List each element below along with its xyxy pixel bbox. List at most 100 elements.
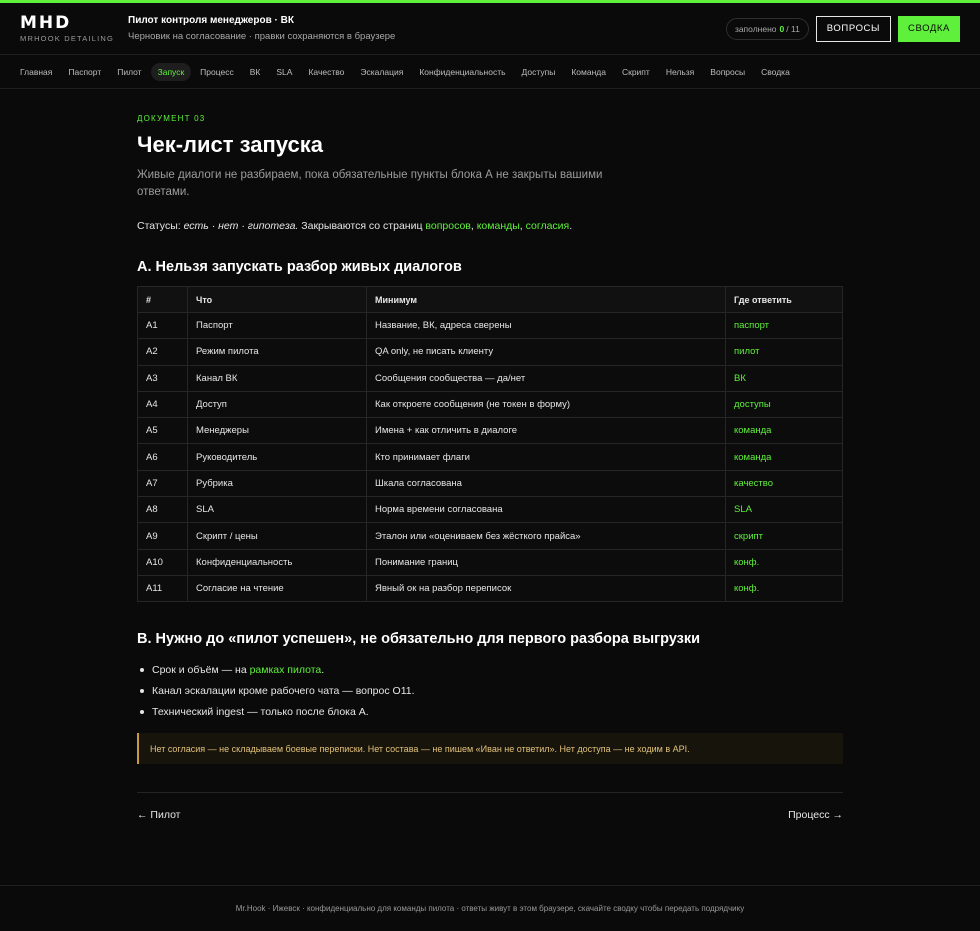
list-item-text: Срок и объём — на bbox=[152, 663, 247, 676]
link-consent[interactable]: согласия bbox=[526, 220, 570, 232]
tab-9[interactable]: Конфиденциальность bbox=[412, 63, 512, 81]
tab-4[interactable]: Процесс bbox=[193, 63, 241, 81]
list-item: Срок и объём — на рамках пилота. bbox=[137, 659, 843, 680]
cell-number: A4 bbox=[137, 390, 188, 419]
column-header-number: # bbox=[137, 286, 188, 313]
section-b-list: Срок и объём — на рамках пилота. Канал э… bbox=[137, 659, 843, 722]
cell-where-link[interactable]: скрипт bbox=[725, 522, 843, 550]
tab-3[interactable]: Запуск bbox=[150, 62, 192, 81]
cell-minimum: QA only, не писать клиенту bbox=[366, 338, 726, 366]
cell-minimum: Шкала согласована bbox=[366, 469, 726, 498]
tab-10[interactable]: Доступы bbox=[515, 63, 563, 81]
cell-number: A8 bbox=[137, 496, 188, 524]
list-item: Технический ingest — только после блока … bbox=[137, 701, 843, 722]
link-team[interactable]: команды bbox=[477, 220, 520, 232]
table-row: A1 Паспорт Название, ВК, адреса сверены пас… bbox=[137, 311, 843, 340]
list-item-end: . bbox=[321, 663, 325, 676]
link-questions[interactable]: вопросов bbox=[425, 220, 470, 232]
tab-6[interactable]: SLA bbox=[269, 63, 299, 81]
list-item-text: Канал эскалации кроме рабочего чата — во… bbox=[152, 684, 415, 697]
app-title: Пилот контроля менеджеров · ВК bbox=[128, 15, 294, 26]
logo-text: MHD bbox=[20, 12, 72, 33]
cell-where-link[interactable]: конф. bbox=[725, 548, 843, 576]
statuses-line: Статусы: есть · нет · гипотеза. Закрываю… bbox=[137, 220, 573, 232]
logo[interactable]: MHD MRHOOK DETAILING bbox=[20, 12, 128, 43]
table-row: A8 SLA Норма времени согласована SLA bbox=[137, 496, 843, 524]
tab-7[interactable]: Качество bbox=[301, 63, 351, 81]
warning-callout: Нет согласия — не складываем боевые пере… bbox=[137, 733, 843, 765]
table-row: A3 Канал ВК Сообщения сообщества — да/нет В… bbox=[137, 364, 843, 392]
header-actions: заполнено 0 / 11 ВОПРОСЫ СВОДКА bbox=[725, 15, 960, 42]
table-row: A5 Менеджеры Имена + как отличить в диалог… bbox=[137, 417, 843, 445]
cell-where-link[interactable]: конф. bbox=[725, 574, 843, 603]
tab-14[interactable]: Вопросы bbox=[703, 63, 752, 81]
cell-where-link[interactable]: команда bbox=[725, 443, 843, 471]
checklist-table: # Что Минимум Где ответить A1 Паспорт Назв… bbox=[137, 286, 843, 603]
table-row: A9 Скрипт / цены Эталон или «оцениваем без… bbox=[137, 522, 843, 550]
cell-minimum: Явный ок на разбор переписок bbox=[366, 574, 726, 603]
tab-13[interactable]: Нельзя bbox=[659, 63, 701, 81]
progress-counter: заполнено 0 / 11 bbox=[725, 17, 809, 40]
cell-where-link[interactable]: качество bbox=[725, 469, 843, 498]
tab-11[interactable]: Команда bbox=[564, 63, 613, 81]
cell-what: Паспорт bbox=[187, 311, 367, 340]
tab-12[interactable]: Скрипт bbox=[615, 63, 657, 81]
tab-2[interactable]: Пилот bbox=[110, 63, 148, 81]
logo-subtitle: MRHOOK DETAILING bbox=[20, 33, 115, 43]
list-item-text: Технический ingest — только после блока … bbox=[152, 705, 369, 718]
cell-number: A1 bbox=[137, 311, 188, 340]
cell-where-link[interactable]: команда bbox=[725, 417, 843, 445]
tab-15[interactable]: Сводка bbox=[754, 63, 797, 81]
cell-what: Канал ВК bbox=[187, 364, 367, 392]
cell-minimum: Норма времени согласована bbox=[366, 496, 726, 524]
cell-minimum: Сообщения сообщества — да/нет bbox=[366, 364, 726, 392]
questions-button[interactable]: ВОПРОСЫ bbox=[815, 15, 892, 42]
tab-0[interactable]: Главная bbox=[13, 63, 59, 81]
column-header-minimum: Минимум bbox=[366, 286, 726, 313]
cell-what: Скрипт / цены bbox=[187, 522, 367, 550]
tab-8[interactable]: Эскалация bbox=[353, 63, 410, 81]
cell-minimum: Эталон или «оцениваем без жёсткого прайс… bbox=[366, 522, 726, 550]
cell-minimum: Кто принимает флаги bbox=[366, 443, 726, 471]
link-pilot-scope[interactable]: рамках пилота bbox=[250, 664, 322, 676]
cell-where-link[interactable]: пилот bbox=[725, 338, 843, 366]
document-kicker: ДОКУМЕНТ 03 bbox=[137, 114, 206, 123]
cell-where-link[interactable]: SLA bbox=[725, 496, 843, 524]
column-header-where: Где ответить bbox=[725, 286, 843, 313]
page-lead: Живые диалоги не разбираем, пока обязате… bbox=[137, 169, 603, 198]
statuses-end: . bbox=[569, 220, 573, 232]
statuses-text: Закрываются со страниц bbox=[301, 220, 423, 232]
prev-page-link[interactable]: ← Пилот bbox=[137, 809, 181, 821]
tab-5[interactable]: ВК bbox=[243, 63, 268, 81]
cell-minimum: Понимание границ bbox=[366, 548, 726, 576]
cell-where-link[interactable]: доступы bbox=[725, 390, 843, 419]
summary-button[interactable]: СВОДКА bbox=[898, 15, 960, 42]
cell-what: SLA bbox=[187, 496, 367, 524]
cell-number: A10 bbox=[137, 548, 188, 576]
counter-prefix: заполнено bbox=[734, 23, 777, 34]
cell-number: A5 bbox=[137, 417, 188, 445]
app-title-block: Пилот контроля менеджеров · ВК Черновик … bbox=[128, 15, 395, 42]
list-item: Канал эскалации кроме рабочего чата — во… bbox=[137, 680, 843, 701]
table-row: A7 Рубрика Шкала согласована качество bbox=[137, 469, 843, 498]
table-row: A6 Руководитель Кто принимает флаги команда bbox=[137, 443, 843, 471]
section-nav: Главная Паспорт Пилот Запуск Процесс ВК SLA Кач… bbox=[0, 55, 980, 89]
document-content: ДОКУМЕНТ 03 Чек-лист запуска Живые диало… bbox=[137, 114, 843, 821]
footer-text: Mr.Hook · Ижевск · конфиденциально для к… bbox=[235, 904, 745, 913]
cell-number: A3 bbox=[137, 364, 188, 392]
cell-where-link[interactable]: ВК bbox=[725, 364, 843, 392]
cell-number: A6 bbox=[137, 443, 188, 471]
statuses-values: есть · нет · гипотеза. bbox=[183, 220, 299, 232]
cell-what: Менеджеры bbox=[187, 417, 367, 445]
tab-1[interactable]: Паспорт bbox=[61, 63, 108, 81]
next-page-link[interactable]: Процесс → bbox=[788, 809, 843, 821]
counter-filled: 0 bbox=[779, 23, 785, 34]
table-row: A10 Конфиденциальность Понимание границ кон… bbox=[137, 548, 843, 576]
table-row: A2 Режим пилота QA only, не писать клиенту… bbox=[137, 338, 843, 366]
divider bbox=[137, 792, 843, 794]
column-header-what: Что bbox=[187, 286, 367, 313]
cell-where-link[interactable]: паспорт bbox=[725, 311, 843, 340]
cell-what: Руководитель bbox=[187, 443, 367, 471]
cell-what: Согласие на чтение bbox=[187, 574, 367, 603]
table-row: A4 Доступ Как откроете сообщения (не токен… bbox=[137, 390, 843, 419]
